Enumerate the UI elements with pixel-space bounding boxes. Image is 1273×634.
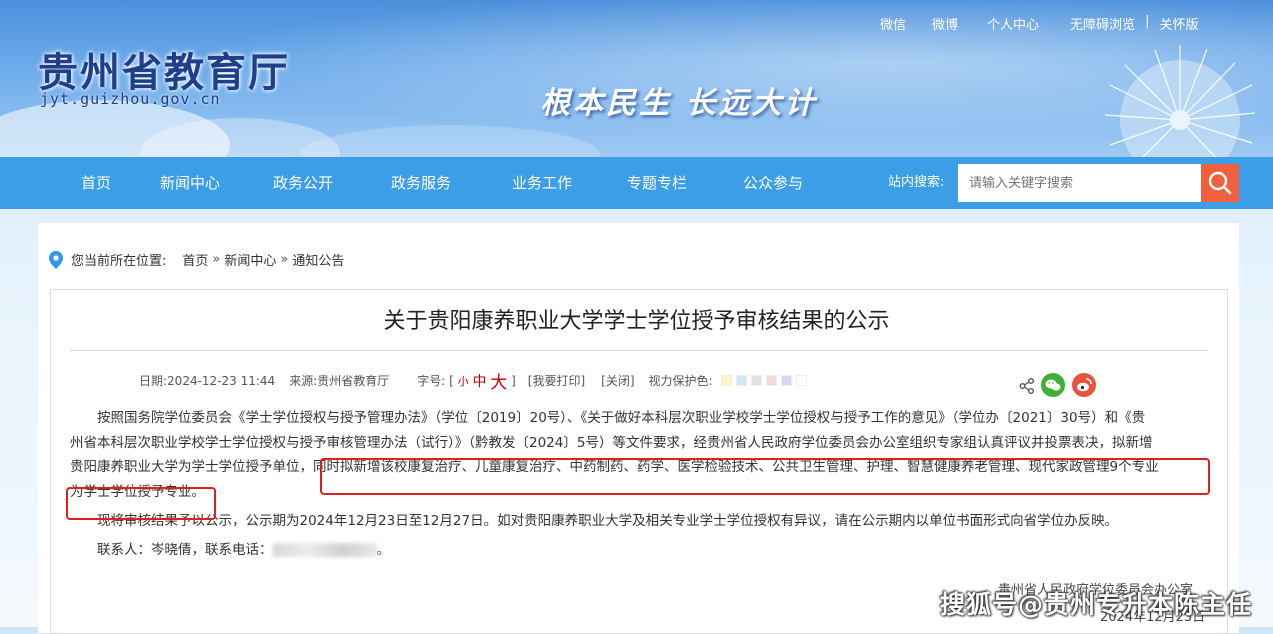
contact-end: 。: [376, 541, 391, 558]
weibo-share-button[interactable]: [1072, 373, 1096, 397]
paragraph-1-line-3-b: 同时拟新增该校康复治疗、儿童康复治疗、中药制药、药学、医学检验技术、公共卫生管理…: [313, 459, 1159, 476]
paragraph-1-line-3: 贵阳康养职业大学为学士学位授予单位，同时拟新增该校康复治疗、儿童康复治疗、中药制…: [70, 455, 1210, 480]
nav-item-public-participation[interactable]: 公众参与: [743, 157, 803, 209]
meta-date: 2024-12-23 11:44: [167, 373, 276, 388]
wechat-icon: [1045, 379, 1061, 391]
weibo-icon: [1077, 378, 1092, 392]
nav-item-news[interactable]: 新闻中心: [160, 157, 220, 209]
share-icon[interactable]: [1018, 377, 1036, 395]
breadcrumb-home[interactable]: 首页: [182, 250, 208, 269]
search-input[interactable]: [958, 164, 1201, 202]
eye-color-swatch[interactable]: [780, 375, 792, 386]
sohu-watermark: 搜狐号@贵州专升本陈主任: [940, 590, 1253, 619]
nav-item-special-topics[interactable]: 专题专栏: [627, 157, 687, 209]
top-links: 微信 微博 个人中心 无障碍浏览 | 关怀版: [880, 14, 1198, 33]
meta-source-label: 来源:: [289, 374, 318, 388]
breadcrumb: 您当前所在位置: 首页 » 新闻中心 » 通知公告: [49, 250, 348, 269]
print-button[interactable]: [我要打印]: [528, 372, 585, 389]
article-title: 关于贵阳康养职业大学学士学位授予审核结果的公示: [383, 309, 890, 334]
breadcrumb-sep: »: [280, 252, 289, 267]
paragraph-1: 按照国务院学位委员会《学士学位授权与授予管理办法》（学位〔2019〕20号）、《…: [70, 406, 1210, 505]
breadcrumb-news[interactable]: 新闻中心: [224, 250, 276, 269]
nav-item-business[interactable]: 业务工作: [512, 157, 572, 209]
article-meta: 日期: 2024-12-23 11:44 来源: 贵州省教育厅 字号: [ 小 …: [139, 368, 811, 393]
font-size-medium-button[interactable]: 中: [472, 371, 486, 391]
wechat-share-button[interactable]: [1041, 373, 1065, 397]
toplink-weibo[interactable]: 微博: [932, 14, 958, 33]
search-icon: [1208, 171, 1232, 195]
toplink-care-version[interactable]: 关怀版: [1159, 14, 1198, 33]
toplink-accessibility[interactable]: 无障碍浏览: [1070, 14, 1135, 33]
article-body: 按照国务院学位委员会《学士学位授权与授予管理办法》（学位〔2019〕20号）、《…: [70, 406, 1210, 562]
eye-color-swatch[interactable]: [765, 375, 777, 386]
font-size-large-button[interactable]: 大: [490, 368, 507, 393]
toplink-personal-center[interactable]: 个人中心: [987, 14, 1039, 33]
site-domain: jyt.guizhou.gov.cn: [40, 90, 221, 108]
redacted-phone: [272, 542, 377, 557]
eye-color-swatch[interactable]: [795, 375, 807, 386]
breadcrumb-sep: »: [212, 252, 221, 267]
meta-source: 贵州省教育厅: [317, 374, 390, 388]
eye-color-swatch[interactable]: [720, 375, 732, 386]
search-button[interactable]: [1201, 164, 1239, 202]
toplink-wechat[interactable]: 微信: [880, 14, 906, 33]
meta-fontsize-label: 字号:: [417, 374, 446, 388]
font-size-small-button[interactable]: 小: [458, 373, 469, 389]
site-slogan: 根本民生 长远大计: [540, 86, 818, 121]
paragraph-1-line-2: 州省本科层次职业学校学士学位授权与授予审核管理办法（试行）》（黔教发〔2024〕…: [70, 434, 1153, 451]
contact-label: 联系人：岑晓倩，联系电话：: [97, 541, 273, 558]
close-button[interactable]: [关闭]: [601, 372, 634, 389]
paragraph-1-line-1: 按照国务院学位委员会《学士学位授权与授予管理办法》（学位〔2019〕20号）、《…: [97, 410, 1146, 426]
site-header: 贵州省教育厅 jyt.guizhou.gov.cn 根本民生 长远大计 微信 微…: [0, 0, 1273, 157]
location-pin-icon: [49, 250, 63, 269]
eye-color-swatch[interactable]: [735, 375, 747, 386]
dandelion-decoration: [1104, 45, 1256, 157]
eye-color-swatch[interactable]: [750, 375, 762, 386]
paragraph-2: 现将审核结果予以公示，公示期为2024年12月23日至12月27日。如对贵阳康养…: [97, 512, 1119, 529]
nav-item-home[interactable]: 首页: [81, 157, 111, 209]
paragraph-1-line-4: 为学士学位授予专业。: [70, 484, 205, 501]
title-divider: [70, 350, 1208, 351]
nav-item-gov-affairs[interactable]: 政务公开: [273, 157, 333, 209]
nav-item-gov-services[interactable]: 政务服务: [391, 157, 451, 209]
paragraph-1-line-3-a: 贵阳康养职业大学为学士学位授予单位，: [70, 459, 313, 476]
eye-protection-label: 视力保护色:: [648, 374, 713, 388]
search-label: 站内搜索:: [888, 175, 945, 190]
breadcrumb-prefix: 您当前所在位置:: [71, 254, 167, 269]
meta-date-label: 日期:: [139, 374, 168, 388]
breadcrumb-notices[interactable]: 通知公告: [292, 250, 344, 269]
paragraph-3: 联系人：岑晓倩，联系电话： 。: [70, 538, 1210, 563]
